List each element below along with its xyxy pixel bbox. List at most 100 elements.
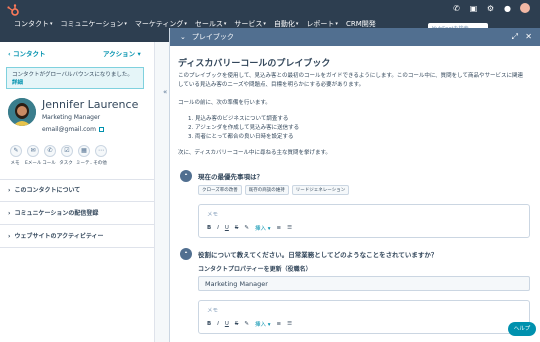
activity-buttons: ✎ メモ ✉ Eメール ✆ コール ☑ タスク ▦ ミーテ.. ⋯ その他	[10, 145, 107, 166]
strikethrough-icon[interactable]: S	[235, 225, 239, 231]
tag-option[interactable]: 既存の商談の維持	[244, 185, 289, 195]
playbook-header-label: プレイブック	[191, 33, 234, 41]
chevron-down-icon: ▾	[295, 21, 299, 27]
bounce-alert: コンタクトがグローバルバウンスになりました。 詳細	[6, 67, 144, 89]
nav-item-contacts[interactable]: コンタクト ▾	[14, 19, 53, 29]
nav-item-conversations[interactable]: コミュニケーション ▾	[61, 19, 127, 29]
align-icon[interactable]: ≡	[277, 321, 282, 327]
tag-option[interactable]: リードジェネレーション	[291, 185, 350, 195]
settings-icon[interactable]: ⚙	[486, 4, 495, 13]
playbook-intro: このプレイブックを使用して、見込み客との最初のコールをガイドできるようにします。…	[178, 73, 524, 88]
text-style-icon[interactable]: ✎	[244, 225, 249, 231]
section-about[interactable]: › このコンタクトについて	[8, 185, 80, 194]
question-icon: ❝	[180, 248, 192, 260]
chevron-right-icon: ›	[8, 233, 11, 240]
list-item: 1. 見込み客のビジネスについて調査する	[188, 116, 289, 122]
collapse-panel-icon[interactable]: «	[163, 88, 167, 96]
list-item: 2. アジェンダを作成して見込み客に送信する	[188, 125, 300, 131]
strikethrough-icon[interactable]: S	[235, 321, 239, 327]
bold-icon[interactable]: B	[207, 321, 211, 327]
note-icon: ✎	[10, 145, 22, 157]
email-text[interactable]: email@gmail.com	[42, 126, 96, 133]
chevron-down-icon: ▾	[135, 50, 141, 58]
contact-job-title: Marketing Manager	[42, 114, 101, 121]
job-title-field[interactable]: Marketing Manager	[198, 276, 530, 291]
help-button[interactable]: ヘルプ	[508, 322, 536, 336]
editor-toolbar: B I U S ✎ 挿入 ▾ ≡ ☰	[207, 224, 292, 232]
question-icon: ❝	[180, 170, 192, 182]
align-icon[interactable]: ≡	[277, 225, 282, 231]
top-icons: ✆ ▣ ⚙ ●	[452, 3, 530, 13]
italic-icon[interactable]: I	[217, 225, 219, 231]
chevron-down-icon[interactable]: ⌄	[180, 33, 186, 41]
list-item: 3. 両者にとって都合の良い日時を設定する	[188, 134, 294, 140]
question-1-tags: クローズ率の改善 既存の商談の維持 リードジェネレーション	[198, 185, 350, 195]
divider	[0, 179, 155, 180]
contact-avatar	[8, 98, 36, 126]
playbook-panel: ⌄ プレイブック ⤢ ✕ ディスカバリーコールのプレイブック このプレイブックを…	[169, 28, 540, 342]
list-icon[interactable]: ☰	[287, 321, 292, 327]
chevron-down-icon: ▾	[124, 21, 127, 27]
chevron-right-icon: ›	[8, 210, 11, 217]
note-button[interactable]: ✎ メモ	[10, 145, 22, 166]
breadcrumb[interactable]: ‹ コンタクト	[8, 48, 45, 58]
contact-name: Jennifer Laurence	[42, 98, 139, 111]
calendar-icon: ▦	[78, 145, 90, 157]
close-icon[interactable]: ✕	[525, 32, 532, 41]
phone-icon[interactable]: ✆	[452, 4, 461, 13]
notifications-icon[interactable]: ●	[503, 4, 512, 13]
underline-icon[interactable]: U	[225, 225, 229, 231]
note-placeholder: メモ	[207, 308, 219, 314]
hubspot-logo-icon[interactable]	[6, 4, 20, 18]
contact-sidebar: ‹ コンタクト アクション ▾ コンタクトがグローバルバウンスになりました。 詳…	[0, 42, 155, 342]
task-icon: ☑	[61, 145, 73, 157]
email-button[interactable]: ✉ Eメール	[25, 145, 41, 166]
property-label: コンタクトプロパティーを更新（役職名）	[198, 266, 312, 273]
section-subscriptions[interactable]: › コミュニケーションの配信登録	[8, 208, 98, 217]
copy-icon[interactable]	[98, 127, 104, 132]
note-placeholder: メモ	[207, 212, 219, 218]
more-button[interactable]: ⋯ その他	[93, 145, 107, 166]
bold-icon[interactable]: B	[207, 225, 211, 231]
insert-menu[interactable]: 挿入 ▾	[255, 320, 271, 328]
alert-details-link[interactable]: 詳細	[12, 80, 23, 86]
task-button[interactable]: ☑ タスク	[59, 145, 73, 166]
playbook-header: ⌄ プレイブック ⤢ ✕	[170, 28, 540, 46]
text-style-icon[interactable]: ✎	[244, 321, 249, 327]
chevron-down-icon: ▾	[223, 21, 227, 27]
marketplace-icon[interactable]: ▣	[469, 4, 478, 13]
meeting-button[interactable]: ▦ ミーテ..	[76, 145, 92, 166]
question-1-title: 現在の最優先事項は？	[198, 173, 263, 181]
italic-icon[interactable]: I	[217, 321, 219, 327]
next-text: 次に、ディスカバリーコール中に尋ねる主な質問を挙げます。	[178, 150, 331, 156]
actions-menu[interactable]: アクション ▾	[103, 48, 141, 58]
chevron-down-icon: ▾	[263, 21, 266, 27]
tag-option[interactable]: クローズ率の改善	[198, 185, 242, 195]
email-icon: ✉	[27, 145, 39, 157]
phone-icon: ✆	[44, 145, 56, 157]
chevron-down-icon: ▾	[50, 21, 53, 27]
alert-text: コンタクトがグローバルバウンスになりました。	[12, 72, 133, 78]
call-button[interactable]: ✆ コール	[42, 145, 56, 166]
insert-menu[interactable]: 挿入 ▾	[255, 224, 271, 232]
underline-icon[interactable]: U	[225, 321, 229, 327]
question-2-title: 役割について教えてください。日常業務としてどのようなことをされていますか？	[198, 251, 438, 259]
person-illustration-icon	[8, 98, 36, 126]
editor-toolbar: B I U S ✎ 挿入 ▾ ≡ ☰	[207, 320, 292, 328]
before-call-text: コールの前に、次の準備を行います。	[178, 100, 271, 106]
chevron-right-icon: ›	[8, 187, 11, 194]
question-2-note-editor[interactable]: メモ B I U S ✎ 挿入 ▾ ≡ ☰	[198, 300, 530, 334]
playbook-title: ディスカバリーコールのプレイブック	[178, 59, 331, 69]
chevron-down-icon: ▾	[335, 21, 338, 27]
chevron-down-icon: ▾	[184, 21, 187, 27]
question-1-note-editor[interactable]: メモ B I U S ✎ 挿入 ▾ ≡ ☰	[198, 204, 530, 238]
more-icon: ⋯	[95, 145, 107, 157]
divider	[0, 224, 155, 225]
expand-icon[interactable]: ⤢	[512, 32, 518, 42]
user-avatar[interactable]	[520, 3, 530, 13]
list-icon[interactable]: ☰	[287, 225, 292, 231]
prep-list: 1. 見込み客のビジネスについて調査する 2. アジェンダを作成して見込み客に送…	[188, 115, 299, 142]
contact-email: email@gmail.com	[42, 126, 104, 133]
section-website-activity[interactable]: › ウェブサイトのアクティビティー	[8, 231, 103, 240]
divider	[0, 201, 155, 202]
